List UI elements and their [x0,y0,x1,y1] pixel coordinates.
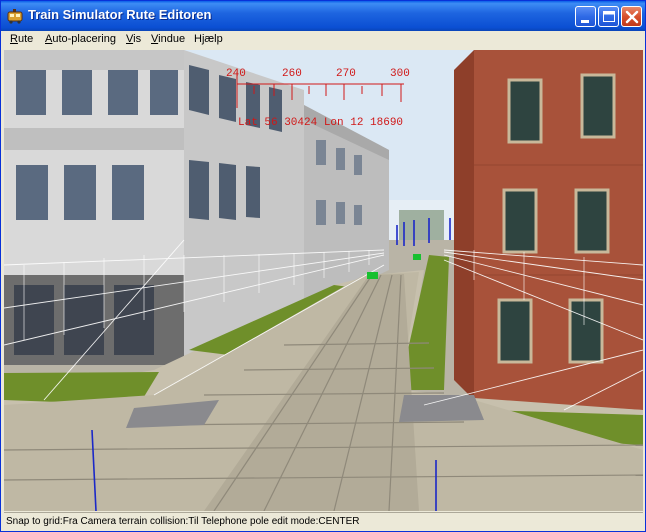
menu-bar: Rute Auto-placering Vis Vindue Hjælp [4,31,643,50]
status-bar: Snap to grid:Fra Camera terrain collisio… [4,512,643,531]
close-icon [625,10,639,24]
maximize-icon [603,11,615,22]
train-icon[interactable] [7,8,23,24]
minimize-icon [581,20,589,23]
3d-viewport[interactable]: 240 260 270 300 Lat 56 30424 Lon 12 1869… [4,50,643,511]
menu-vindue[interactable]: Vindue [151,33,185,45]
window-title: Train Simulator Rute Editoren [28,7,212,22]
compass-tick-label: 240 [226,68,246,80]
position-readout: Lat 56 30424 Lon 12 18690 [238,117,404,129]
compass-tick-label: 270 [336,68,356,80]
maximize-button[interactable] [598,6,619,27]
compass-tick-label: 260 [282,68,302,80]
menu-auto-placering[interactable]: Auto-placering [45,33,116,45]
status-text: Snap to grid:Fra Camera terrain collisio… [6,516,360,527]
title-bar[interactable]: Train Simulator Rute Editoren [1,1,645,31]
menu-hjaelp[interactable]: Hjælp [194,33,223,45]
editor-window: Train Simulator Rute Editoren Rute Auto-… [0,0,646,532]
minimize-button[interactable] [575,6,596,27]
menu-vis[interactable]: Vis [126,33,141,45]
menu-rute[interactable]: Rute [10,33,33,45]
compass-tick-label: 300 [390,68,410,80]
close-button[interactable] [621,6,642,27]
